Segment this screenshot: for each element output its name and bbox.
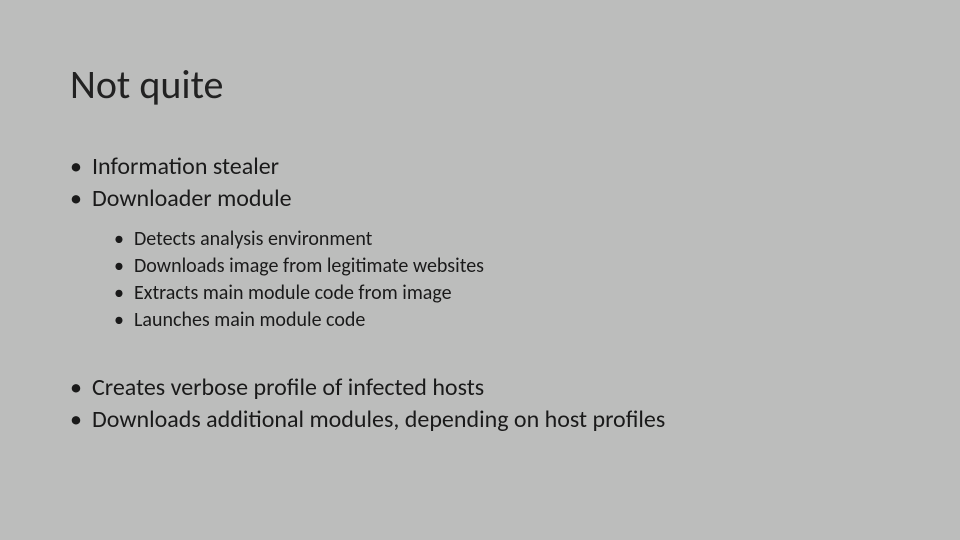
list-item: Downloads image from legitimate websites bbox=[114, 253, 890, 280]
bullet-list-bottom: Creates verbose profile of infected host… bbox=[70, 372, 890, 437]
list-item: Launches main module code bbox=[114, 307, 890, 334]
slide-title: Not quite bbox=[70, 60, 890, 109]
list-item: Downloads additional modules, depending … bbox=[70, 404, 890, 436]
list-item: Detects analysis environment bbox=[114, 226, 890, 253]
bullet-list-sub: Detects analysis environment Downloads i… bbox=[70, 226, 890, 334]
list-item: Downloader module bbox=[70, 183, 890, 215]
list-item: Extracts main module code from image bbox=[114, 280, 890, 307]
slide: Not quite Information stealer Downloader… bbox=[0, 0, 960, 477]
bullet-list-top: Information stealer Downloader module bbox=[70, 151, 890, 216]
list-item: Information stealer bbox=[70, 151, 890, 183]
list-item: Creates verbose profile of infected host… bbox=[70, 372, 890, 404]
spacer bbox=[70, 344, 890, 372]
